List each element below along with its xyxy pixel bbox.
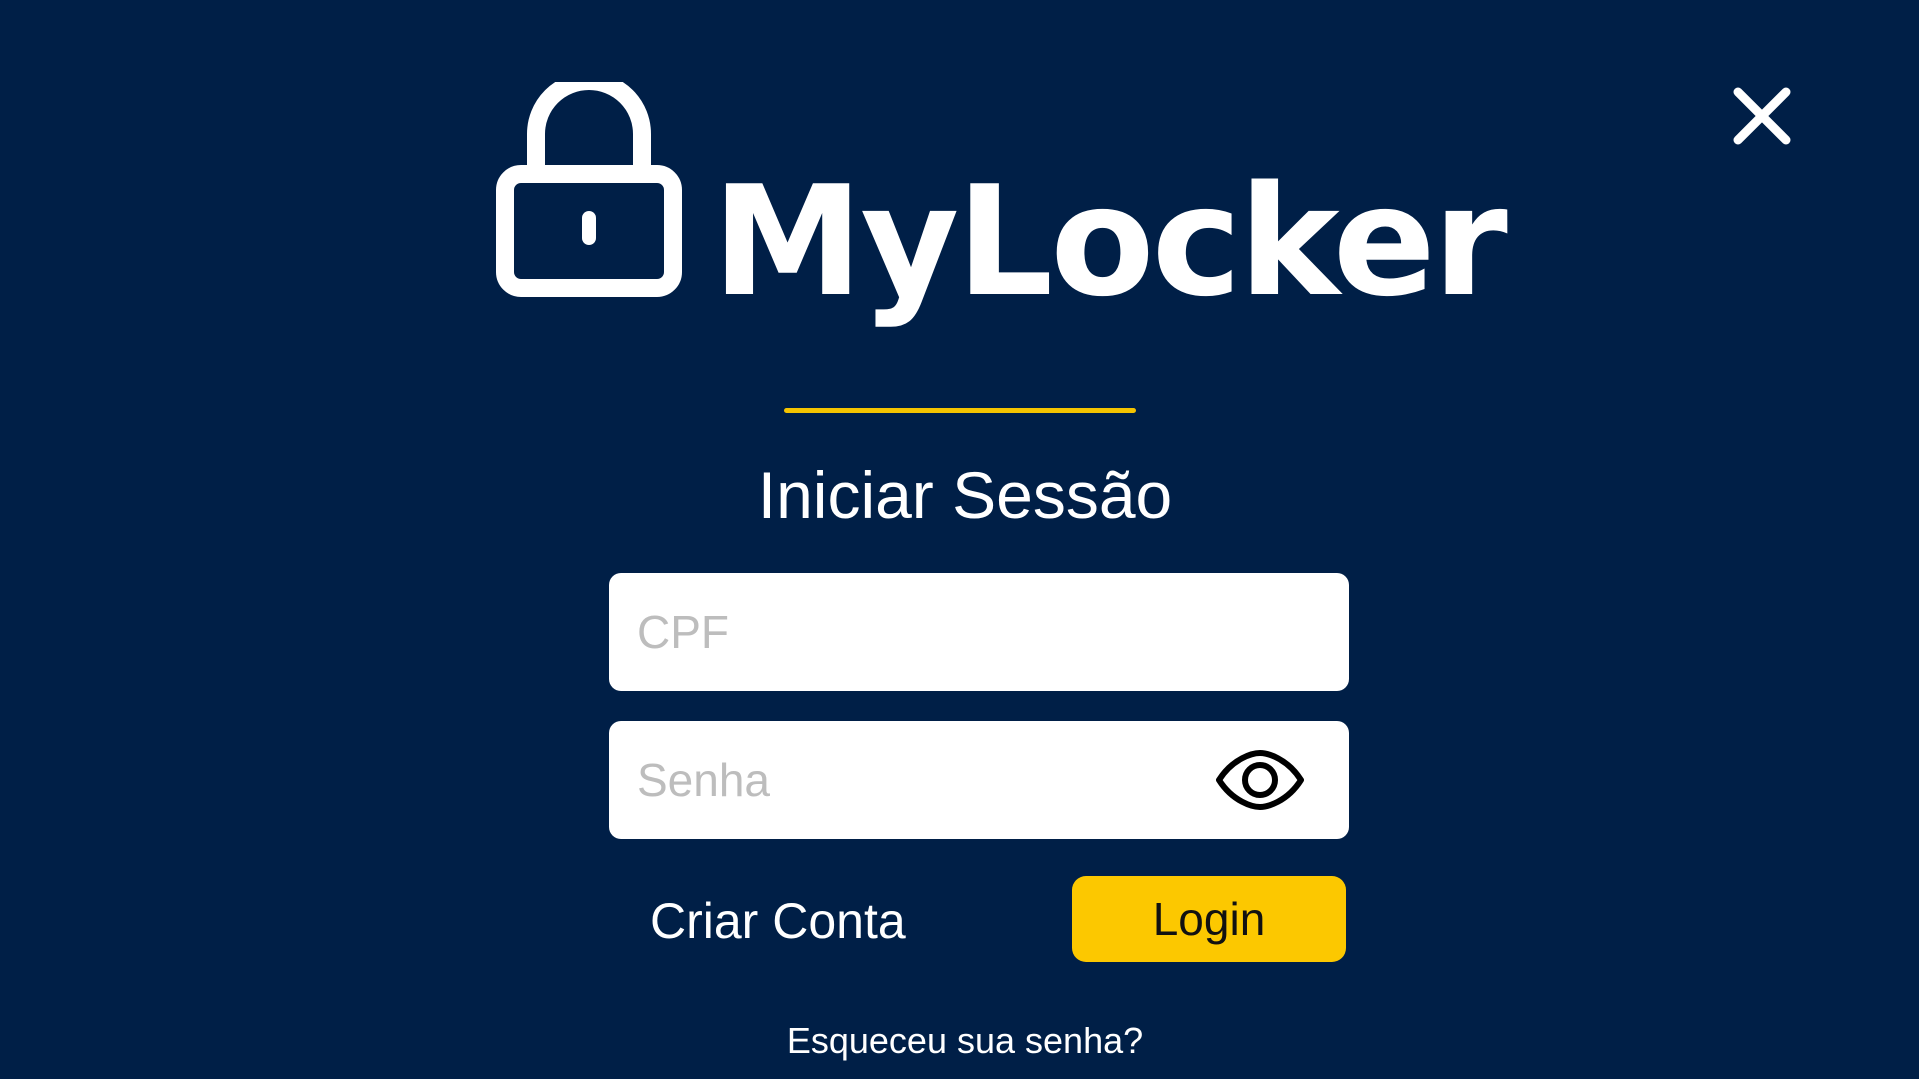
page-title: Iniciar Sessão <box>757 458 1173 532</box>
login-button[interactable]: Login <box>1072 876 1346 962</box>
close-button[interactable] <box>1728 84 1796 152</box>
eye-icon <box>1216 750 1304 810</box>
title-divider <box>784 408 1136 413</box>
password-input[interactable] <box>637 721 1277 839</box>
brand-name: MyLocker <box>712 153 1508 330</box>
brand-logo: MyLocker <box>496 82 1508 322</box>
cpf-input[interactable] <box>637 573 1277 691</box>
cpf-field <box>609 573 1349 691</box>
forgot-password-link[interactable]: Esqueceu sua senha? <box>720 1016 1210 1066</box>
show-password-toggle[interactable] <box>1213 749 1307 811</box>
create-account-button[interactable]: Criar Conta <box>650 888 906 954</box>
login-screen: MyLocker Iniciar Sessão Criar Conta Logi… <box>0 0 1919 1079</box>
close-icon <box>1733 87 1791 145</box>
password-field <box>609 721 1349 839</box>
lock-icon <box>496 82 682 297</box>
